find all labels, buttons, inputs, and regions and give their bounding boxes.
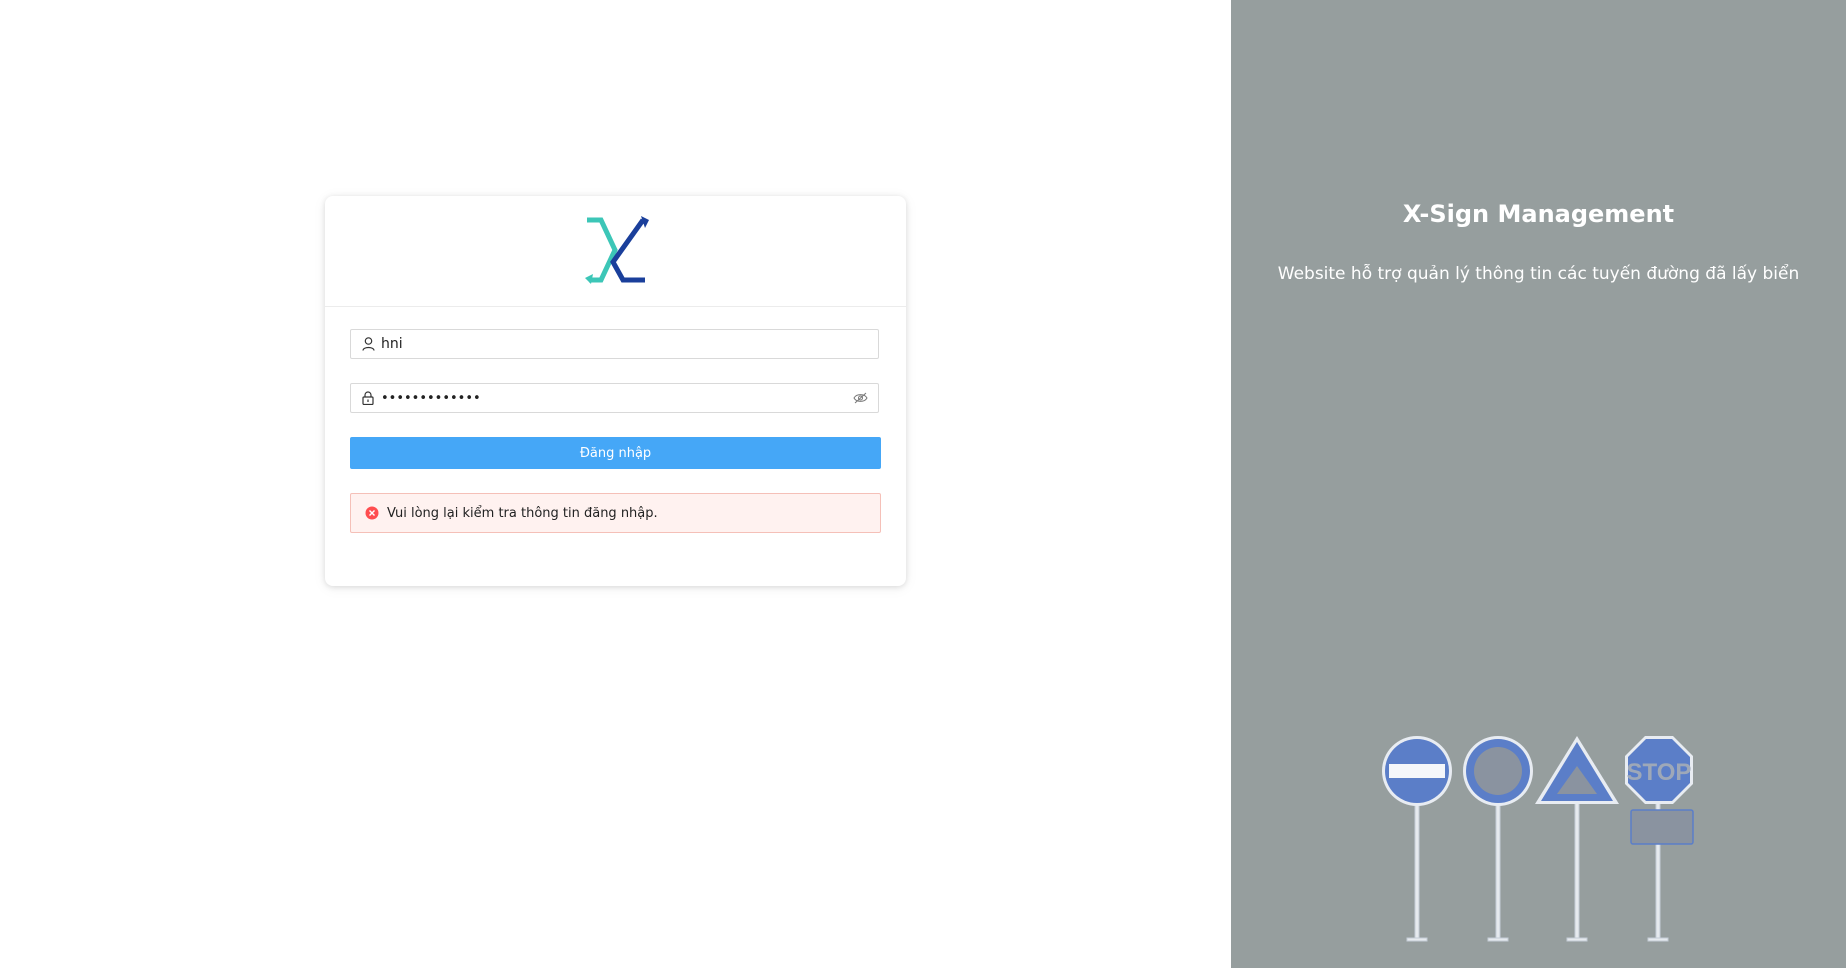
username-field[interactable]: hni	[350, 329, 879, 359]
login-button[interactable]: Đăng nhập	[350, 437, 881, 469]
stop-sign-text: STOP	[1627, 759, 1692, 786]
x-logo-icon	[584, 216, 649, 284]
card-header	[325, 196, 906, 307]
sign-poles	[1406, 787, 1669, 942]
error-alert: Vui lòng lại kiểm tra thông tin đăng nhậ…	[350, 493, 881, 533]
no-vehicles-sign-icon	[1463, 736, 1533, 806]
stop-sign-icon: STOP	[1625, 736, 1694, 845]
no-entry-sign-icon	[1382, 736, 1452, 806]
close-circle-icon	[365, 506, 379, 520]
error-message: Vui lòng lại kiểm tra thông tin đăng nhậ…	[387, 505, 658, 521]
password-field[interactable]: •••••••••••••	[350, 383, 879, 413]
brand-subtitle: Website hỗ trợ quản lý thông tin các tuy…	[1277, 264, 1800, 284]
brand-panel: X-Sign Management Website hỗ trợ quản lý…	[1231, 0, 1846, 968]
warning-triangle-sign-icon	[1535, 736, 1619, 804]
login-pane: hni ••••••••••••• Đăng nhập Vui lòng lại…	[0, 0, 1231, 968]
username-input[interactable]: hni	[381, 336, 868, 352]
password-input[interactable]: •••••••••••••	[381, 391, 852, 406]
traffic-signs-illustration: STOP	[1382, 736, 1694, 942]
lock-icon	[361, 391, 375, 405]
brand-title: X-Sign Management	[1402, 200, 1675, 228]
login-page: hni ••••••••••••• Đăng nhập Vui lòng lại…	[0, 0, 1846, 968]
eye-invisible-icon[interactable]	[852, 391, 868, 405]
user-icon	[361, 337, 375, 351]
login-card: hni ••••••••••••• Đăng nhập Vui lòng lại…	[325, 196, 906, 586]
login-form: hni ••••••••••••• Đăng nhập Vui lòng lại…	[325, 307, 906, 533]
